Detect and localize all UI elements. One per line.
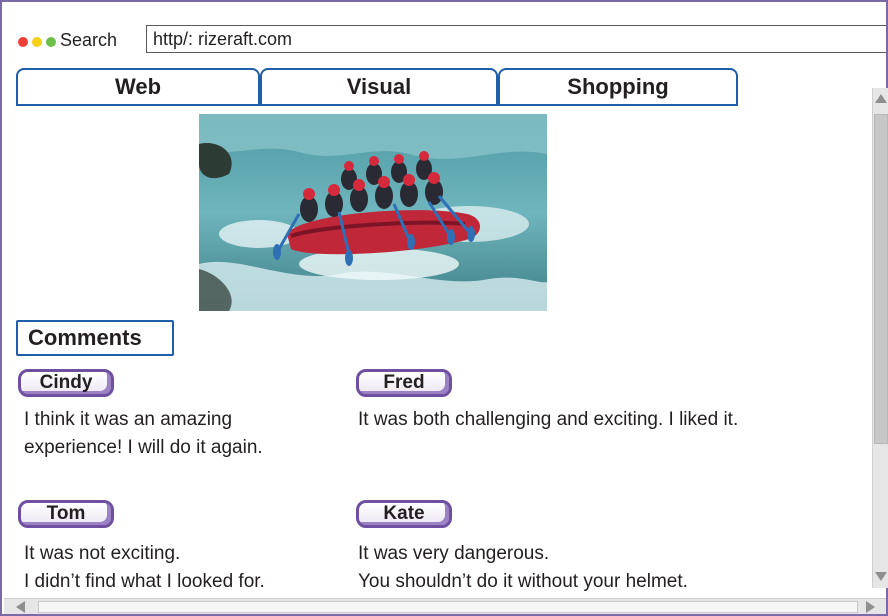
comment-text-fred: It was both challenging and exciting. I … [358, 406, 858, 434]
scroll-down-arrow-icon[interactable] [875, 572, 887, 581]
tab-visual[interactable]: Visual [260, 68, 498, 106]
close-window-dot-icon[interactable] [18, 37, 28, 47]
url-input[interactable]: http/: rizeraft.com [146, 25, 886, 53]
commenter-name-tom[interactable]: Tom [18, 500, 114, 528]
tab-shopping[interactable]: Shopping [498, 68, 738, 106]
maximize-window-dot-icon[interactable] [46, 37, 56, 47]
rafting-photo [199, 114, 547, 311]
comment-line: It was very dangerous. [358, 543, 550, 564]
comments-header: Comments [16, 320, 174, 356]
comment-line: I think it was an amazing [24, 409, 233, 430]
minimize-window-dot-icon[interactable] [32, 37, 42, 47]
address-bar: Search http/: rizeraft.com [2, 2, 886, 64]
comment-text-cindy: I think it was an amazing experience! I … [24, 406, 344, 462]
commenter-name-fred[interactable]: Fred [356, 369, 452, 397]
horizontal-scroll-thumb[interactable] [38, 601, 858, 613]
comment-line: I didn’t find what I looked for. [24, 571, 265, 592]
horizontal-scrollbar[interactable] [4, 598, 886, 614]
scroll-left-arrow-icon[interactable] [16, 601, 25, 613]
browser-window: Search http/: rizeraft.com Web Visual Sh… [0, 0, 888, 616]
vertical-scrollbar[interactable] [872, 88, 888, 588]
comment-line: It was not exciting. [24, 543, 181, 564]
tab-web[interactable]: Web [16, 68, 260, 106]
vertical-scroll-thumb[interactable] [874, 114, 888, 444]
comment-line: You shouldn’t do it without your helmet. [358, 571, 688, 592]
rafting-photo-image [199, 114, 547, 311]
commenter-name-kate[interactable]: Kate [356, 500, 452, 528]
comment-line: It was both challenging and exciting. I … [358, 409, 739, 430]
comment-text-tom: It was not exciting. I didn’t find what … [24, 540, 354, 596]
comment-line: experience! I will do it again. [24, 437, 263, 458]
commenter-name-cindy[interactable]: Cindy [18, 369, 114, 397]
comment-text-kate: It was very dangerous. You shouldn’t do … [358, 540, 858, 596]
tab-bar-underline [16, 104, 738, 106]
scroll-up-arrow-icon[interactable] [875, 94, 887, 103]
scroll-right-arrow-icon[interactable] [866, 601, 875, 613]
search-label: Search [60, 30, 118, 50]
